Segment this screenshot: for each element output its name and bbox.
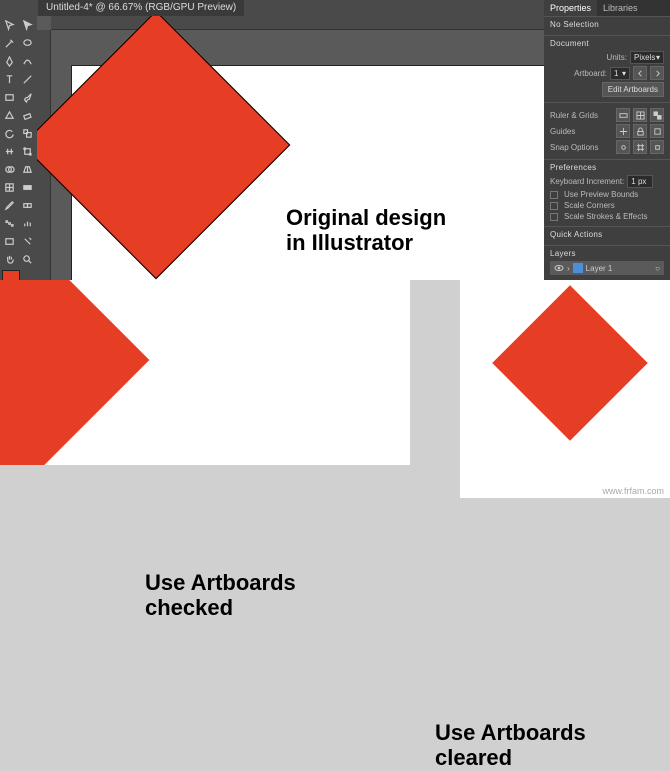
document-tab[interactable]: Untitled-4* @ 66.67% (RGB/GPU Preview) [38, 0, 244, 16]
no-selection-label: No Selection [550, 20, 664, 29]
layer-color [573, 263, 583, 273]
artboard-tool[interactable] [0, 232, 18, 250]
ruler-horizontal[interactable] [51, 16, 544, 30]
scale-strokes-checkbox[interactable] [550, 213, 558, 221]
watermark: www.frfam.com [602, 486, 664, 496]
lasso-tool[interactable] [18, 34, 36, 52]
snap-options-label: Snap Options [550, 143, 613, 152]
units-select[interactable]: Pixels▾ [630, 51, 664, 64]
gradient-tool[interactable] [18, 178, 36, 196]
units-label: Units: [607, 53, 627, 62]
layer-name: Layer 1 [586, 264, 613, 273]
pen-tool[interactable] [0, 52, 18, 70]
caption-text: Original design [286, 205, 446, 230]
layer-target-icon[interactable]: ○ [655, 264, 660, 273]
shaper-tool[interactable] [0, 106, 18, 124]
artboards-checked-panel [0, 280, 410, 465]
artboard-label: Artboard: [574, 69, 607, 78]
tab-properties[interactable]: Properties [544, 0, 597, 16]
guides-show-icon[interactable] [616, 124, 630, 138]
scale-corners-label: Scale Corners [564, 201, 615, 210]
keyboard-increment-input[interactable]: 1 px [627, 175, 653, 188]
document-heading: Document [550, 39, 664, 48]
graph-tool[interactable] [18, 214, 36, 232]
use-preview-bounds-checkbox[interactable] [550, 191, 558, 199]
diamond-full [492, 285, 648, 441]
toolbox [0, 16, 36, 280]
snap-grid-icon[interactable] [633, 140, 647, 154]
properties-panel: Properties Libraries No Selection Docume… [544, 0, 670, 280]
guides-lock-icon[interactable] [633, 124, 647, 138]
snap-point-icon[interactable] [616, 140, 630, 154]
caption-text: cleared [435, 745, 586, 770]
artboard-select[interactable]: 1▾ [610, 67, 630, 80]
keyboard-increment-label: Keyboard Increment: [550, 177, 624, 186]
eyedropper-tool[interactable] [0, 196, 18, 214]
direct-selection-tool[interactable] [18, 16, 36, 34]
illustrator-window: Untitled-4* @ 66.67% (RGB/GPU Preview) [0, 0, 670, 280]
caption-text: checked [145, 595, 296, 620]
next-artboard-button[interactable] [650, 66, 664, 80]
quick-actions-heading: Quick Actions [550, 230, 664, 239]
guides-smart-icon[interactable] [650, 124, 664, 138]
edit-artboards-button[interactable]: Edit Artboards [602, 82, 664, 97]
artboards-cleared-panel [460, 280, 670, 498]
scale-strokes-label: Scale Strokes & Effects [564, 212, 647, 221]
mesh-tool[interactable] [0, 178, 18, 196]
scale-corners-checkbox[interactable] [550, 202, 558, 210]
caption-checked: Use Artboards checked [145, 570, 296, 621]
rectangle-tool[interactable] [0, 88, 18, 106]
tab-libraries[interactable]: Libraries [597, 0, 644, 16]
caption-cleared: Use Artboards cleared [435, 720, 586, 771]
preferences-heading: Preferences [550, 163, 664, 172]
caption-text: Use Artboards [435, 720, 586, 745]
paintbrush-tool[interactable] [18, 88, 36, 106]
symbol-tool[interactable] [0, 214, 18, 232]
use-preview-bounds-label: Use Preview Bounds [564, 190, 638, 199]
ruler-icon[interactable] [616, 108, 630, 122]
free-transform-tool[interactable] [18, 142, 36, 160]
shape-builder-tool[interactable] [0, 160, 18, 178]
prev-artboard-button[interactable] [633, 66, 647, 80]
caption-text: Use Artboards [145, 570, 296, 595]
width-tool[interactable] [0, 142, 18, 160]
hand-tool[interactable] [0, 250, 18, 268]
canvas[interactable]: Original design in Illustrator [51, 30, 544, 280]
zoom-tool[interactable] [18, 250, 36, 268]
magic-wand-tool[interactable] [0, 34, 18, 52]
blend-tool[interactable] [18, 196, 36, 214]
layers-heading: Layers [550, 249, 664, 258]
line-tool[interactable] [18, 70, 36, 88]
caption-text: in Illustrator [286, 230, 446, 255]
snap-pixel-icon[interactable] [650, 140, 664, 154]
scale-tool[interactable] [18, 124, 36, 142]
selection-tool[interactable] [0, 16, 18, 34]
eye-icon[interactable] [554, 263, 564, 273]
guides-label: Guides [550, 127, 613, 136]
type-tool[interactable] [0, 70, 18, 88]
curvature-tool[interactable] [18, 52, 36, 70]
perspective-tool[interactable] [18, 160, 36, 178]
ruler-grids-label: Ruler & Grids [550, 111, 613, 120]
diamond-clipped [0, 280, 149, 465]
caption-original: Original design in Illustrator [286, 205, 446, 256]
grid-icon[interactable] [633, 108, 647, 122]
transparency-grid-icon[interactable] [650, 108, 664, 122]
comparison-area: Use Artboards checked Use Artboards clea… [0, 280, 670, 500]
canvas-area: Original design in Illustrator [37, 16, 544, 280]
eraser-tool[interactable] [18, 106, 36, 124]
rotate-tool[interactable] [0, 124, 18, 142]
slice-tool[interactable] [18, 232, 36, 250]
color-swatches[interactable] [0, 268, 36, 280]
layer-row[interactable]: › Layer 1 ○ [550, 261, 664, 275]
